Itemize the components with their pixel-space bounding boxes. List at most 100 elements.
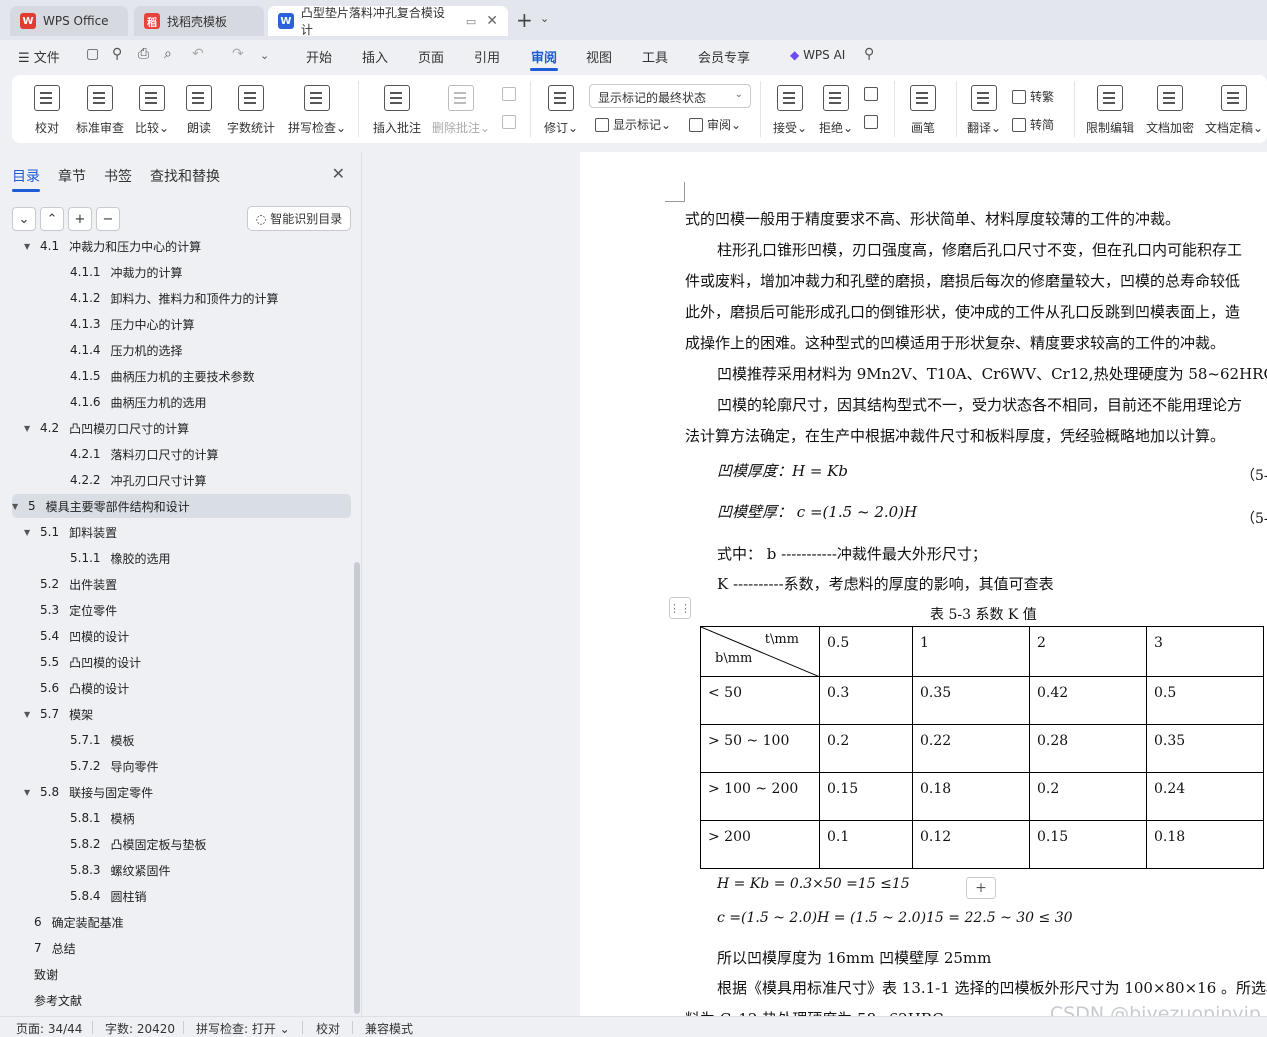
to-simplified-button[interactable]: 转简 [1012,116,1054,133]
tab-document[interactable]: W 凸型垫片落料冲孔复合模设计 ▭ ✕ [268,6,508,37]
toc-item[interactable]: 4.2.2 冲孔刃口尺寸计算 [12,468,351,492]
close-tab-icon[interactable]: ✕ [486,13,498,29]
menu-tools[interactable]: 工具 [642,47,668,66]
toc-item[interactable]: 4.1.3 压力中心的计算 [12,312,351,336]
add-row-icon[interactable]: + [966,877,996,899]
tab-docer-templates[interactable]: 稻 找稻壳模板 [134,6,264,36]
menu-insert[interactable]: 插入 [362,47,388,66]
page-indicator[interactable]: 页面: 34/44 [16,1020,82,1037]
toc-item[interactable]: 参考文献 [12,988,351,1012]
toc-item[interactable]: 5.8.1 模柄 [12,806,351,830]
undo-icon[interactable]: ↶ [192,46,204,62]
pen-button[interactable]: 画笔 [908,85,938,136]
menu-references[interactable]: 引用 [474,47,500,66]
expand-triangle-icon[interactable]: ▼ [24,424,34,433]
prev-comment-icon[interactable] [502,87,520,101]
toc-item[interactable]: 5.7.2 导向零件 [12,754,351,778]
toc-item[interactable]: ▼ 5.1 卸料装置 [12,520,351,544]
toc-item[interactable]: ▼ 5.8 联接与固定零件 [12,780,351,804]
spell-check-status[interactable]: 拼写检查: 打开 ⌄ [196,1020,290,1037]
expand-triangle-icon[interactable]: ▼ [24,710,34,719]
toc-item[interactable]: ▼ 5 模具主要零部件结构和设计 [12,494,351,518]
toc-item[interactable]: 5.3 定位零件 [12,598,351,622]
delete-comment-button[interactable]: 删除批注⌄ [430,85,492,136]
save-icon[interactable]: ▢ [86,46,99,62]
document-page[interactable]: 式的凹模一般用于精度要求不高、形状简单、材料厚度较薄的工件的冲裁。 柱形孔口锥形… [580,152,1267,1016]
toc-item[interactable]: 5.8.2 凸模固定板与垫板 [12,832,351,856]
toc-item[interactable]: 4.2.1 落料刃口尺寸的计算 [12,442,351,466]
toc-item[interactable]: 4.1.6 曲柄压力机的选用 [12,390,351,414]
menu-view[interactable]: 视图 [586,47,612,66]
review-pane-button[interactable]: 审阅 ⌄ [689,116,741,133]
revise-button[interactable]: 修订⌄ [542,85,580,136]
toc-item[interactable]: ▼ 4.1 冲裁力和压力中心的计算 [12,240,351,258]
restrict-edit-button[interactable]: 限制编辑 [1084,85,1136,136]
next-comment-icon[interactable] [502,115,520,129]
search-icon[interactable]: ⚲ [864,46,874,62]
toc-item[interactable]: ▼ 4.2 凸凹模刃口尺寸的计算 [12,416,351,440]
toc-item[interactable]: 5.8.4 圆柱销 [12,884,351,908]
expand-triangle-icon[interactable]: ▼ [24,528,34,537]
collapse-down-icon[interactable]: ⌄ [12,207,36,231]
toc-item[interactable]: 5.7.1 模板 [12,728,351,752]
toc-item[interactable]: 4.1.5 曲柄压力机的主要技术参数 [12,364,351,388]
toc-item[interactable]: 4.1.1 冲裁力的计算 [12,260,351,284]
toc-item[interactable]: 5.2 出件装置 [12,572,351,596]
menu-membership[interactable]: 会员专享 [698,47,750,66]
nav-tab-chapters[interactable]: 章节 [58,166,86,186]
print-preview-icon[interactable]: ⌕ [164,46,172,62]
remove-heading-icon[interactable]: − [96,207,120,231]
markup-display-select[interactable]: 显示标记的最终状态 ⌄ [589,84,751,108]
toc-item[interactable]: 7 总结 [12,936,351,960]
toc-item[interactable]: 6 确定装配基准 [12,910,351,934]
toc-item[interactable]: 4.1.4 压力机的选择 [12,338,351,362]
redo-icon[interactable]: ↷ [232,46,244,62]
spell-check-button[interactable]: 拼写检查⌄ [286,85,348,136]
next-change-icon[interactable] [864,115,882,129]
standard-review-button[interactable]: 标准审查 [74,85,126,136]
encrypt-button[interactable]: 文档加密 [1144,85,1196,136]
compare-button[interactable]: 比较⌄ [134,85,170,136]
toc-item[interactable]: ▼ 5.7 模架 [12,702,351,726]
menu-page[interactable]: 页面 [418,47,444,66]
toc-item[interactable]: 5.5 凸凹模的设计 [12,650,351,674]
file-menu[interactable]: ☰ 文件 [18,47,60,66]
read-aloud-button[interactable]: 朗读 [184,85,214,136]
show-markup-button[interactable]: 显示标记 ⌄ [595,116,671,133]
menu-review[interactable]: 审阅 [531,47,557,66]
word-count-button[interactable]: 字数统计 [226,85,276,136]
menu-start[interactable]: 开始 [306,47,332,66]
toc-item[interactable]: 5.4 凹模的设计 [12,624,351,648]
prev-change-icon[interactable] [864,87,882,101]
more-chevron-icon[interactable]: ⌄ [260,49,269,62]
nav-tab-find-replace[interactable]: 查找和替换 [150,166,220,186]
monitor-icon[interactable]: ▭ [466,15,476,28]
smart-toc-button[interactable]: ◌ 智能识别目录 [247,206,351,231]
collapse-up-icon[interactable]: ⌃ [40,207,64,231]
accept-button[interactable]: 接受⌄ [772,85,808,136]
to-traditional-button[interactable]: 转繁 [1012,88,1054,105]
toc-item[interactable]: 致谢 [12,962,351,986]
nav-tab-bookmarks[interactable]: 书签 [104,166,132,186]
reject-button[interactable]: 拒绝⌄ [818,85,854,136]
tab-list-chevron-icon[interactable]: ⌄ [540,12,549,25]
proofread-status[interactable]: 校对 [316,1020,340,1037]
share-icon[interactable]: ⚲ [112,46,122,62]
finalize-button[interactable]: 文档定稿⌄ [1204,85,1264,136]
close-pane-icon[interactable]: ✕ [332,164,345,183]
wps-ai-button[interactable]: ◆ WPS AI [790,48,845,62]
insert-comment-button[interactable]: 插入批注 [372,85,422,136]
toc-item[interactable]: 5.6 凸模的设计 [12,676,351,700]
tab-wps-office[interactable]: W WPS Office [10,6,128,36]
toc-item[interactable]: 5.1.1 橡胶的选用 [12,546,351,570]
nav-scrollbar[interactable] [354,562,360,1014]
new-tab-icon[interactable]: + [516,8,533,32]
table-drag-handle-icon[interactable]: ⋮⋮ [669,597,691,619]
add-heading-icon[interactable]: + [68,207,92,231]
expand-triangle-icon[interactable]: ▼ [24,788,34,797]
proofread-button[interactable]: 校对 [32,85,62,136]
expand-triangle-icon[interactable]: ▼ [12,502,22,511]
toc-item[interactable]: 4.1.2 卸料力、推料力和顶件力的计算 [12,286,351,310]
word-count-indicator[interactable]: 字数: 20420 [105,1020,175,1037]
expand-triangle-icon[interactable]: ▼ [24,242,34,251]
